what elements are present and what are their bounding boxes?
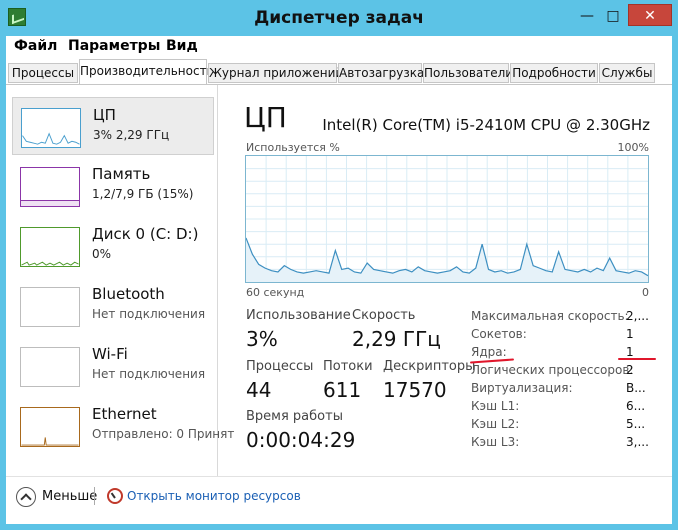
menu-file[interactable]: Файл [14,38,57,54]
uptime-label: Время работы [246,409,343,424]
maximize-button[interactable]: □ [600,6,626,26]
tab-strip: Процессы Производительность Журнал прило… [6,58,672,84]
disk-thumbnail-graph [20,227,80,267]
sidebar-item-disk[interactable]: Диск 0 (C: D:) 0% [12,217,214,275]
usage-label: Использование [246,308,351,323]
handles-label: Дескрипторы [383,359,476,374]
handles-value: 17570 [383,378,447,402]
collapse-chevron-icon[interactable] [16,487,36,507]
cores-label: Ядра: [471,345,507,359]
sidebar-item-memory[interactable]: Память 1,2/7,9 ГБ (15%) [12,157,214,215]
wifi-thumbnail-graph [20,347,80,387]
menu-bar: Файл Параметры Вид [6,36,672,58]
resource-sidebar: ЦП 3% 2,29 ГГц Память 1,2/7,9 ГБ (15%) Д… [6,85,234,476]
l2-cache-value: 5... [626,417,646,431]
menu-options[interactable]: Параметры [68,38,160,54]
threads-value: 611 [323,378,362,402]
l1-cache-label: Кэш L1: [471,399,520,413]
red-underline-cores-value [618,358,656,360]
processes-value: 44 [246,378,272,402]
sidebar-item-subtitle: 3% 2,29 ГГц [93,128,170,142]
speed-label: Скорость [352,308,416,323]
uptime-value: 0:00:04:29 [246,428,356,452]
sidebar-item-ethernet[interactable]: Ethernet Отправлено: 0 Принят [12,397,234,455]
cores-value: 1 [626,345,634,359]
sidebar-item-title: Ethernet [92,405,157,423]
max-speed-value: 2,... [626,309,649,323]
tab-services[interactable]: Службы [599,63,655,83]
sidebar-item-title: Wi-Fi [92,345,128,363]
usage-value: 3% [246,327,278,351]
cpu-detail-pane: ЦП Intel(R) Core(TM) i5-2410M CPU @ 2.30… [218,85,672,476]
processes-label: Процессы [246,359,314,374]
resource-monitor-icon[interactable] [107,488,123,504]
sidebar-item-title: Bluetooth [92,285,165,303]
sockets-value: 1 [626,327,634,341]
l3-cache-label: Кэш L3: [471,435,520,449]
speed-value: 2,29 ГГц [352,327,441,351]
l1-cache-value: 6... [626,399,646,413]
title-bar: Диспетчер задач — □ ✕ [0,0,678,36]
virtualization-label: Виртуализация: [471,381,573,395]
l3-cache-value: 3,... [626,435,649,449]
logical-processors-label: Логических процессоров: [471,363,634,377]
tab-performance[interactable]: Производительность [79,59,214,84]
sidebar-item-subtitle: Нет подключения [92,307,206,321]
sidebar-item-title: ЦП [93,106,116,124]
ethernet-thumbnail-graph [20,407,80,447]
cpu-thumbnail-graph [21,108,81,148]
bluetooth-thumbnail-graph [20,287,80,327]
task-manager-window: Диспетчер задач — □ ✕ Файл Параметры Вид… [0,0,678,530]
virtualization-value: В... [626,381,646,395]
graph-label-now: 0 [642,286,649,299]
sidebar-item-bluetooth[interactable]: Bluetooth Нет подключения [12,277,214,335]
sidebar-item-subtitle: 0% [92,247,112,261]
sockets-label: Сокетов: [471,327,527,341]
menu-view[interactable]: Вид [166,38,198,54]
graph-label-time-span: 60 секунд [246,286,305,299]
tab-app-history[interactable]: Журнал приложений [208,63,343,83]
tab-users[interactable]: Пользователи [423,63,513,83]
sidebar-item-subtitle: Отправлено: 0 Принят [92,427,235,441]
logical-processors-value: 2 [626,363,634,377]
graph-label-max: 100% [617,141,649,154]
close-button[interactable]: ✕ [628,4,672,26]
cpu-model-name: Intel(R) Core(TM) i5-2410M CPU @ 2.30GHz [322,116,650,134]
l2-cache-label: Кэш L2: [471,417,520,431]
fewer-details-button[interactable]: Меньше [42,489,97,504]
tab-startup[interactable]: Автозагрузка [338,63,424,83]
memory-thumbnail-graph [20,167,80,207]
open-resource-monitor-link[interactable]: Открыть монитор ресурсов [127,489,301,503]
footer-bar: Меньше Открыть монитор ресурсов [6,476,672,524]
performance-panel: ЦП 3% 2,29 ГГц Память 1,2/7,9 ГБ (15%) Д… [6,84,672,476]
threads-label: Потоки [323,359,373,374]
sidebar-item-subtitle: 1,2/7,9 ГБ (15%) [92,187,194,201]
tab-processes[interactable]: Процессы [8,63,78,83]
sidebar-item-title: Диск 0 (C: D:) [92,225,199,243]
sidebar-item-cpu[interactable]: ЦП 3% 2,29 ГГц [12,97,214,155]
minimize-button[interactable]: — [574,6,600,26]
tab-details[interactable]: Подробности [510,63,598,83]
footer-divider [94,487,95,505]
sidebar-item-title: Память [92,165,151,183]
sidebar-item-wifi[interactable]: Wi-Fi Нет подключения [12,337,214,395]
sidebar-item-subtitle: Нет подключения [92,367,206,381]
cpu-usage-graph [245,155,649,283]
detail-title: ЦП [244,101,287,134]
graph-label-usage: Используется % [246,141,340,154]
max-speed-label: Максимальная скорость: [471,309,629,323]
